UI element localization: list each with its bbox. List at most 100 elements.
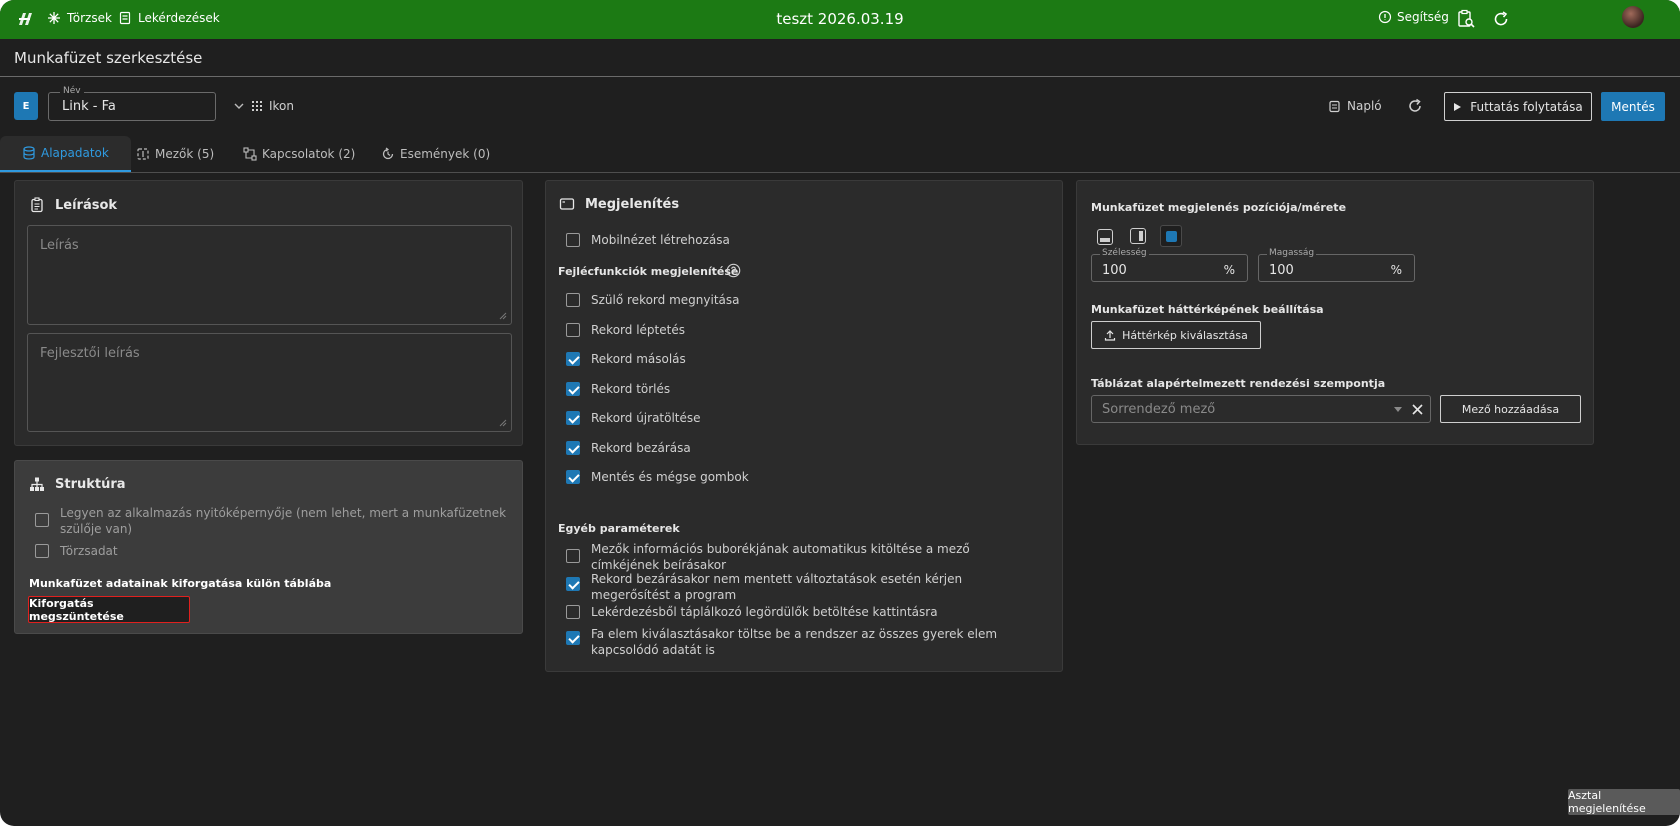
master-data-label: Törzsadat xyxy=(60,544,118,558)
nav-torzsek-label: Törzsek xyxy=(67,11,112,25)
help-link[interactable]: Segítség xyxy=(1378,10,1449,24)
description-textarea[interactable]: Leírás xyxy=(27,225,512,325)
mobile-view-label: Mobilnézet létrehozása xyxy=(591,233,730,247)
header-function-checkbox[interactable] xyxy=(566,411,580,425)
descriptions-title: Leírások xyxy=(29,197,117,213)
header-function-label: Mentés és mégse gombok xyxy=(591,470,749,484)
reload-icon[interactable] xyxy=(1406,97,1424,115)
fields-icon xyxy=(137,148,149,160)
user-avatar[interactable] xyxy=(1622,6,1644,28)
chevron-down-icon[interactable] xyxy=(233,100,245,112)
clear-icon[interactable] xyxy=(1411,403,1424,416)
descriptions-panel: Leírások Leírás Fejlesztői leírás xyxy=(14,180,523,446)
structure-title-text: Struktúra xyxy=(55,476,126,492)
other-param-label: Lekérdezésből táplálkozó legördülők betö… xyxy=(591,605,938,619)
add-field-button[interactable]: Mező hozzáadása xyxy=(1440,395,1581,423)
pivot-remove-button[interactable]: Kiforgatás megszüntetése xyxy=(28,596,190,623)
background-select-button[interactable]: Háttérkép kiválasztása xyxy=(1091,321,1261,349)
width-field[interactable]: Szélesség 100 % xyxy=(1091,248,1248,282)
tab-mezok[interactable]: Mezők (5) xyxy=(136,136,214,172)
play-icon xyxy=(1454,102,1462,111)
other-param-label: Fa elem kiválasztásakor töltse be a rend… xyxy=(591,627,998,657)
tab-kapcsolatok[interactable]: Kapcsolatok (2) xyxy=(243,136,355,172)
mobile-view-checkbox[interactable] xyxy=(566,233,580,247)
other-param-checkbox[interactable] xyxy=(566,577,580,591)
background-select-label: Háttérkép kiválasztása xyxy=(1122,328,1248,342)
dev-description-textarea[interactable]: Fejlesztői leírás xyxy=(27,333,512,432)
height-unit: % xyxy=(1390,263,1402,277)
save-button[interactable]: Mentés xyxy=(1601,92,1665,121)
nav-torzsek[interactable]: Törzsek xyxy=(47,11,112,25)
dev-description-placeholder: Fejlesztői leírás xyxy=(40,346,140,361)
header-function-checkbox[interactable] xyxy=(566,352,580,366)
log-label: Napló xyxy=(1347,99,1382,113)
position-full-icon xyxy=(1166,231,1177,242)
header-function-checkbox[interactable] xyxy=(566,440,580,455)
clipboard-search-icon[interactable] xyxy=(1456,9,1476,29)
header-function-checkbox[interactable] xyxy=(566,322,580,337)
startscreen-checkbox[interactable] xyxy=(35,513,49,527)
hierarchy-icon xyxy=(30,477,44,491)
header-function-label: Szülő rekord megnyitása xyxy=(591,293,740,307)
sort-field-select[interactable]: Sorrendező mező xyxy=(1091,395,1431,423)
header-function-checkbox[interactable] xyxy=(566,381,580,396)
clipboard-list-icon xyxy=(31,197,43,213)
descriptions-title-text: Leírások xyxy=(55,197,118,213)
display-title: Megjelenítés xyxy=(559,196,679,212)
position-full-toggle[interactable] xyxy=(1160,225,1182,247)
type-badge: E xyxy=(14,92,38,120)
tab-mezok-label: Mezők (5) xyxy=(155,147,215,161)
upload-icon xyxy=(1105,330,1116,341)
pivot-heading: Munkafüzet adatainak kiforgatása külön t… xyxy=(29,577,332,590)
header-function-label: Rekord léptetés xyxy=(591,322,685,337)
structure-panel: Struktúra Legyen az alkalmazás nyitóképe… xyxy=(14,460,523,634)
nav-lekerdezesek[interactable]: Lekérdezések xyxy=(118,11,220,25)
top-bar: Törzsek Lekérdezések teszt 2026.03.19 Se… xyxy=(0,0,1680,39)
resize-grip-icon[interactable] xyxy=(499,419,507,427)
log-icon xyxy=(1329,100,1340,112)
document-icon xyxy=(119,11,131,25)
other-param-label: Mezők információs buborékjának automatik… xyxy=(591,542,970,572)
header-function-label: Rekord másolás xyxy=(591,352,686,366)
header-function-label: Rekord újratöltése xyxy=(591,411,701,425)
tab-esemenyek[interactable]: Események (0) xyxy=(381,136,490,172)
app-logo-icon[interactable] xyxy=(16,10,34,28)
header-function-label: Rekord bezárása xyxy=(591,440,691,455)
height-label: Magasság xyxy=(1267,248,1317,258)
sort-field-placeholder: Sorrendező mező xyxy=(1102,402,1216,417)
log-button[interactable]: Napló xyxy=(1328,99,1382,113)
help-label: Segítség xyxy=(1397,10,1449,24)
title-divider xyxy=(0,76,1680,77)
other-param-checkbox[interactable] xyxy=(566,631,580,645)
workbook-panel: Munkafüzet megjelenés pozíciója/mérete S… xyxy=(1076,180,1594,445)
grid-icon xyxy=(252,101,262,111)
master-data-checkbox[interactable] xyxy=(35,544,49,558)
name-field-value[interactable]: Link - Fa xyxy=(62,99,116,114)
events-icon xyxy=(382,147,394,160)
height-field[interactable]: Magasság 100 % xyxy=(1258,248,1415,282)
icon-picker[interactable]: Ikon xyxy=(251,99,294,113)
height-value[interactable]: 100 xyxy=(1269,263,1294,278)
tab-alapadatok-label: Alapadatok xyxy=(41,146,109,160)
sort-heading: Táblázat alapértelmezett rendezési szemp… xyxy=(1091,377,1386,390)
other-param-checkbox[interactable] xyxy=(566,605,580,619)
position-bottom-icon[interactable] xyxy=(1097,229,1113,245)
chat-help-icon xyxy=(1378,10,1392,24)
position-side-icon[interactable] xyxy=(1130,228,1146,244)
display-panel: Megjelenítés Mobilnézet létrehozása Fejl… xyxy=(545,180,1063,672)
dropdown-arrow-icon[interactable] xyxy=(1394,407,1402,413)
run-continue-label: Futtatás folytatása xyxy=(1470,99,1583,114)
app-window: Törzsek Lekérdezések teszt 2026.03.19 Se… xyxy=(0,0,1680,826)
show-desktop-button[interactable]: Asztal megjelenítése xyxy=(1568,789,1680,815)
refresh-icon[interactable] xyxy=(1491,9,1511,29)
run-continue-button[interactable]: Futtatás folytatása xyxy=(1444,92,1592,121)
tab-alapadatok[interactable]: Alapadatok xyxy=(0,136,131,172)
width-value[interactable]: 100 xyxy=(1102,263,1127,278)
other-param-checkbox[interactable] xyxy=(566,549,580,563)
help-circle-icon[interactable] xyxy=(726,263,741,278)
resize-grip-icon[interactable] xyxy=(499,312,507,320)
header-function-checkbox[interactable] xyxy=(566,293,580,307)
header-function-checkbox[interactable] xyxy=(566,470,580,484)
name-field-label: Név xyxy=(60,86,84,96)
header-functions-heading: Fejlécfunkciók megjelenítése xyxy=(558,265,739,278)
